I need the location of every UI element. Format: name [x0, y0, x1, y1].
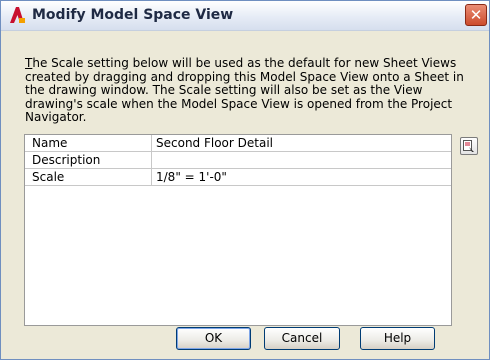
edit-properties-icon [463, 140, 474, 152]
help-button[interactable]: Help [360, 327, 435, 350]
description-value-field[interactable] [156, 152, 446, 168]
cancel-button[interactable]: Cancel [264, 327, 340, 350]
edit-properties-button[interactable] [460, 137, 478, 155]
scale-value-field[interactable]: 1/8" = 1'-0" [156, 169, 446, 185]
property-row-name[interactable]: Name Second Floor Detail [25, 135, 451, 152]
modify-model-space-view-dialog: Modify Model Space View ✕ The Scale sett… [0, 0, 490, 360]
property-row-scale[interactable]: Scale 1/8" = 1'-0" [25, 169, 451, 186]
properties-grid: Name Second Floor Detail Description Sca… [24, 134, 452, 326]
close-button[interactable]: ✕ [465, 4, 487, 26]
scale-description-text: The Scale setting below will be used as … [25, 56, 477, 125]
property-label: Scale [32, 170, 65, 184]
name-value-field[interactable]: Second Floor Detail [156, 135, 446, 151]
description-body: he Scale setting below will be used as t… [25, 56, 464, 124]
property-row-description[interactable]: Description [25, 152, 451, 169]
autocad-a-icon [10, 7, 25, 23]
property-label: Name [32, 136, 68, 150]
window-title: Modify Model Space View [32, 7, 234, 23]
ok-button[interactable]: OK [176, 327, 251, 350]
property-label: Description [32, 153, 101, 167]
title-bar[interactable]: Modify Model Space View ✕ [1, 1, 489, 31]
